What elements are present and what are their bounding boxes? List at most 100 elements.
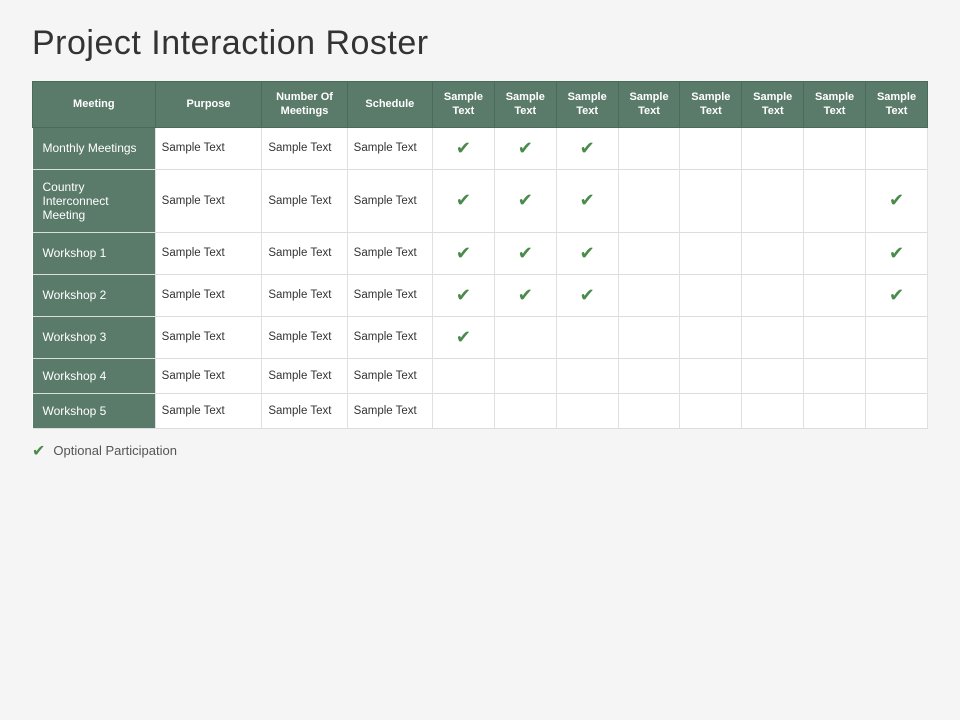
check-cell-0-2: ✔ bbox=[556, 127, 618, 169]
table-row: Workshop 2Sample TextSample TextSample T… bbox=[33, 274, 928, 316]
num-cell-6: Sample Text bbox=[262, 393, 347, 428]
check-icon: ✔ bbox=[889, 285, 904, 306]
check-cell-2-3 bbox=[618, 232, 680, 274]
check-cell-4-4 bbox=[680, 316, 742, 358]
footer: ✔ Optional Participation bbox=[32, 441, 928, 461]
check-icon: ✔ bbox=[518, 285, 533, 306]
schedule-cell-0: Sample Text bbox=[347, 127, 432, 169]
check-icon: ✔ bbox=[889, 190, 904, 211]
header-col-3: Schedule bbox=[347, 82, 432, 128]
check-cell-1-1: ✔ bbox=[494, 169, 556, 232]
num-cell-2: Sample Text bbox=[262, 232, 347, 274]
check-cell-3-2: ✔ bbox=[556, 274, 618, 316]
check-icon: ✔ bbox=[456, 190, 471, 211]
check-cell-2-7: ✔ bbox=[866, 232, 928, 274]
purpose-cell-1: Sample Text bbox=[155, 169, 262, 232]
check-cell-1-6 bbox=[804, 169, 866, 232]
check-icon: ✔ bbox=[518, 190, 533, 211]
check-cell-4-6 bbox=[804, 316, 866, 358]
header-col-1: Purpose bbox=[155, 82, 262, 128]
check-cell-5-7 bbox=[866, 358, 928, 393]
header-col-5: Sample Text bbox=[494, 82, 556, 128]
check-cell-4-3 bbox=[618, 316, 680, 358]
purpose-cell-0: Sample Text bbox=[155, 127, 262, 169]
check-icon: ✔ bbox=[889, 243, 904, 264]
check-cell-5-1 bbox=[494, 358, 556, 393]
schedule-cell-5: Sample Text bbox=[347, 358, 432, 393]
check-cell-4-7 bbox=[866, 316, 928, 358]
check-icon: ✔ bbox=[580, 285, 595, 306]
check-cell-2-4 bbox=[680, 232, 742, 274]
meeting-cell-4: Workshop 3 bbox=[33, 316, 156, 358]
check-cell-6-0 bbox=[433, 393, 495, 428]
check-cell-5-6 bbox=[804, 358, 866, 393]
check-icon: ✔ bbox=[456, 285, 471, 306]
header-col-8: Sample Text bbox=[680, 82, 742, 128]
table-row: Country Interconnect MeetingSample TextS… bbox=[33, 169, 928, 232]
header-col-6: Sample Text bbox=[556, 82, 618, 128]
check-cell-2-5 bbox=[742, 232, 804, 274]
num-cell-3: Sample Text bbox=[262, 274, 347, 316]
table-row: Monthly MeetingsSample TextSample TextSa… bbox=[33, 127, 928, 169]
meeting-cell-6: Workshop 5 bbox=[33, 393, 156, 428]
schedule-cell-3: Sample Text bbox=[347, 274, 432, 316]
check-icon: ✔ bbox=[580, 190, 595, 211]
check-cell-3-3 bbox=[618, 274, 680, 316]
check-cell-6-4 bbox=[680, 393, 742, 428]
check-cell-5-0 bbox=[433, 358, 495, 393]
meeting-cell-0: Monthly Meetings bbox=[33, 127, 156, 169]
check-cell-5-5 bbox=[742, 358, 804, 393]
check-cell-0-4 bbox=[680, 127, 742, 169]
check-cell-4-5 bbox=[742, 316, 804, 358]
check-cell-5-2 bbox=[556, 358, 618, 393]
check-cell-6-7 bbox=[866, 393, 928, 428]
num-cell-5: Sample Text bbox=[262, 358, 347, 393]
roster-table: MeetingPurposeNumber Of MeetingsSchedule… bbox=[32, 81, 928, 429]
purpose-cell-5: Sample Text bbox=[155, 358, 262, 393]
check-cell-0-5 bbox=[742, 127, 804, 169]
check-cell-1-5 bbox=[742, 169, 804, 232]
check-icon: ✔ bbox=[518, 138, 533, 159]
purpose-cell-2: Sample Text bbox=[155, 232, 262, 274]
check-cell-1-0: ✔ bbox=[433, 169, 495, 232]
check-cell-6-5 bbox=[742, 393, 804, 428]
table-row: Workshop 5Sample TextSample TextSample T… bbox=[33, 393, 928, 428]
check-icon: ✔ bbox=[456, 138, 471, 159]
schedule-cell-4: Sample Text bbox=[347, 316, 432, 358]
check-cell-2-0: ✔ bbox=[433, 232, 495, 274]
table-row: Workshop 3Sample TextSample TextSample T… bbox=[33, 316, 928, 358]
meeting-cell-5: Workshop 4 bbox=[33, 358, 156, 393]
check-cell-3-1: ✔ bbox=[494, 274, 556, 316]
header-col-11: Sample Text bbox=[866, 82, 928, 128]
check-cell-3-5 bbox=[742, 274, 804, 316]
num-cell-1: Sample Text bbox=[262, 169, 347, 232]
page-title: Project Interaction Roster bbox=[32, 24, 928, 63]
check-cell-2-6 bbox=[804, 232, 866, 274]
footer-check-icon: ✔ bbox=[32, 441, 45, 461]
table-row: Workshop 1Sample TextSample TextSample T… bbox=[33, 232, 928, 274]
meeting-cell-1: Country Interconnect Meeting bbox=[33, 169, 156, 232]
check-icon: ✔ bbox=[580, 138, 595, 159]
check-cell-0-6 bbox=[804, 127, 866, 169]
purpose-cell-4: Sample Text bbox=[155, 316, 262, 358]
check-icon: ✔ bbox=[580, 243, 595, 264]
check-cell-0-3 bbox=[618, 127, 680, 169]
table-row: Workshop 4Sample TextSample TextSample T… bbox=[33, 358, 928, 393]
check-cell-3-0: ✔ bbox=[433, 274, 495, 316]
check-cell-6-1 bbox=[494, 393, 556, 428]
check-cell-5-3 bbox=[618, 358, 680, 393]
footer-label: Optional Participation bbox=[53, 443, 177, 458]
header-col-2: Number Of Meetings bbox=[262, 82, 347, 128]
check-cell-6-6 bbox=[804, 393, 866, 428]
header-col-4: Sample Text bbox=[433, 82, 495, 128]
check-cell-6-2 bbox=[556, 393, 618, 428]
check-cell-2-2: ✔ bbox=[556, 232, 618, 274]
check-cell-4-1 bbox=[494, 316, 556, 358]
purpose-cell-3: Sample Text bbox=[155, 274, 262, 316]
num-cell-4: Sample Text bbox=[262, 316, 347, 358]
check-cell-4-2 bbox=[556, 316, 618, 358]
schedule-cell-1: Sample Text bbox=[347, 169, 432, 232]
header-col-7: Sample Text bbox=[618, 82, 680, 128]
check-icon: ✔ bbox=[518, 243, 533, 264]
check-cell-5-4 bbox=[680, 358, 742, 393]
